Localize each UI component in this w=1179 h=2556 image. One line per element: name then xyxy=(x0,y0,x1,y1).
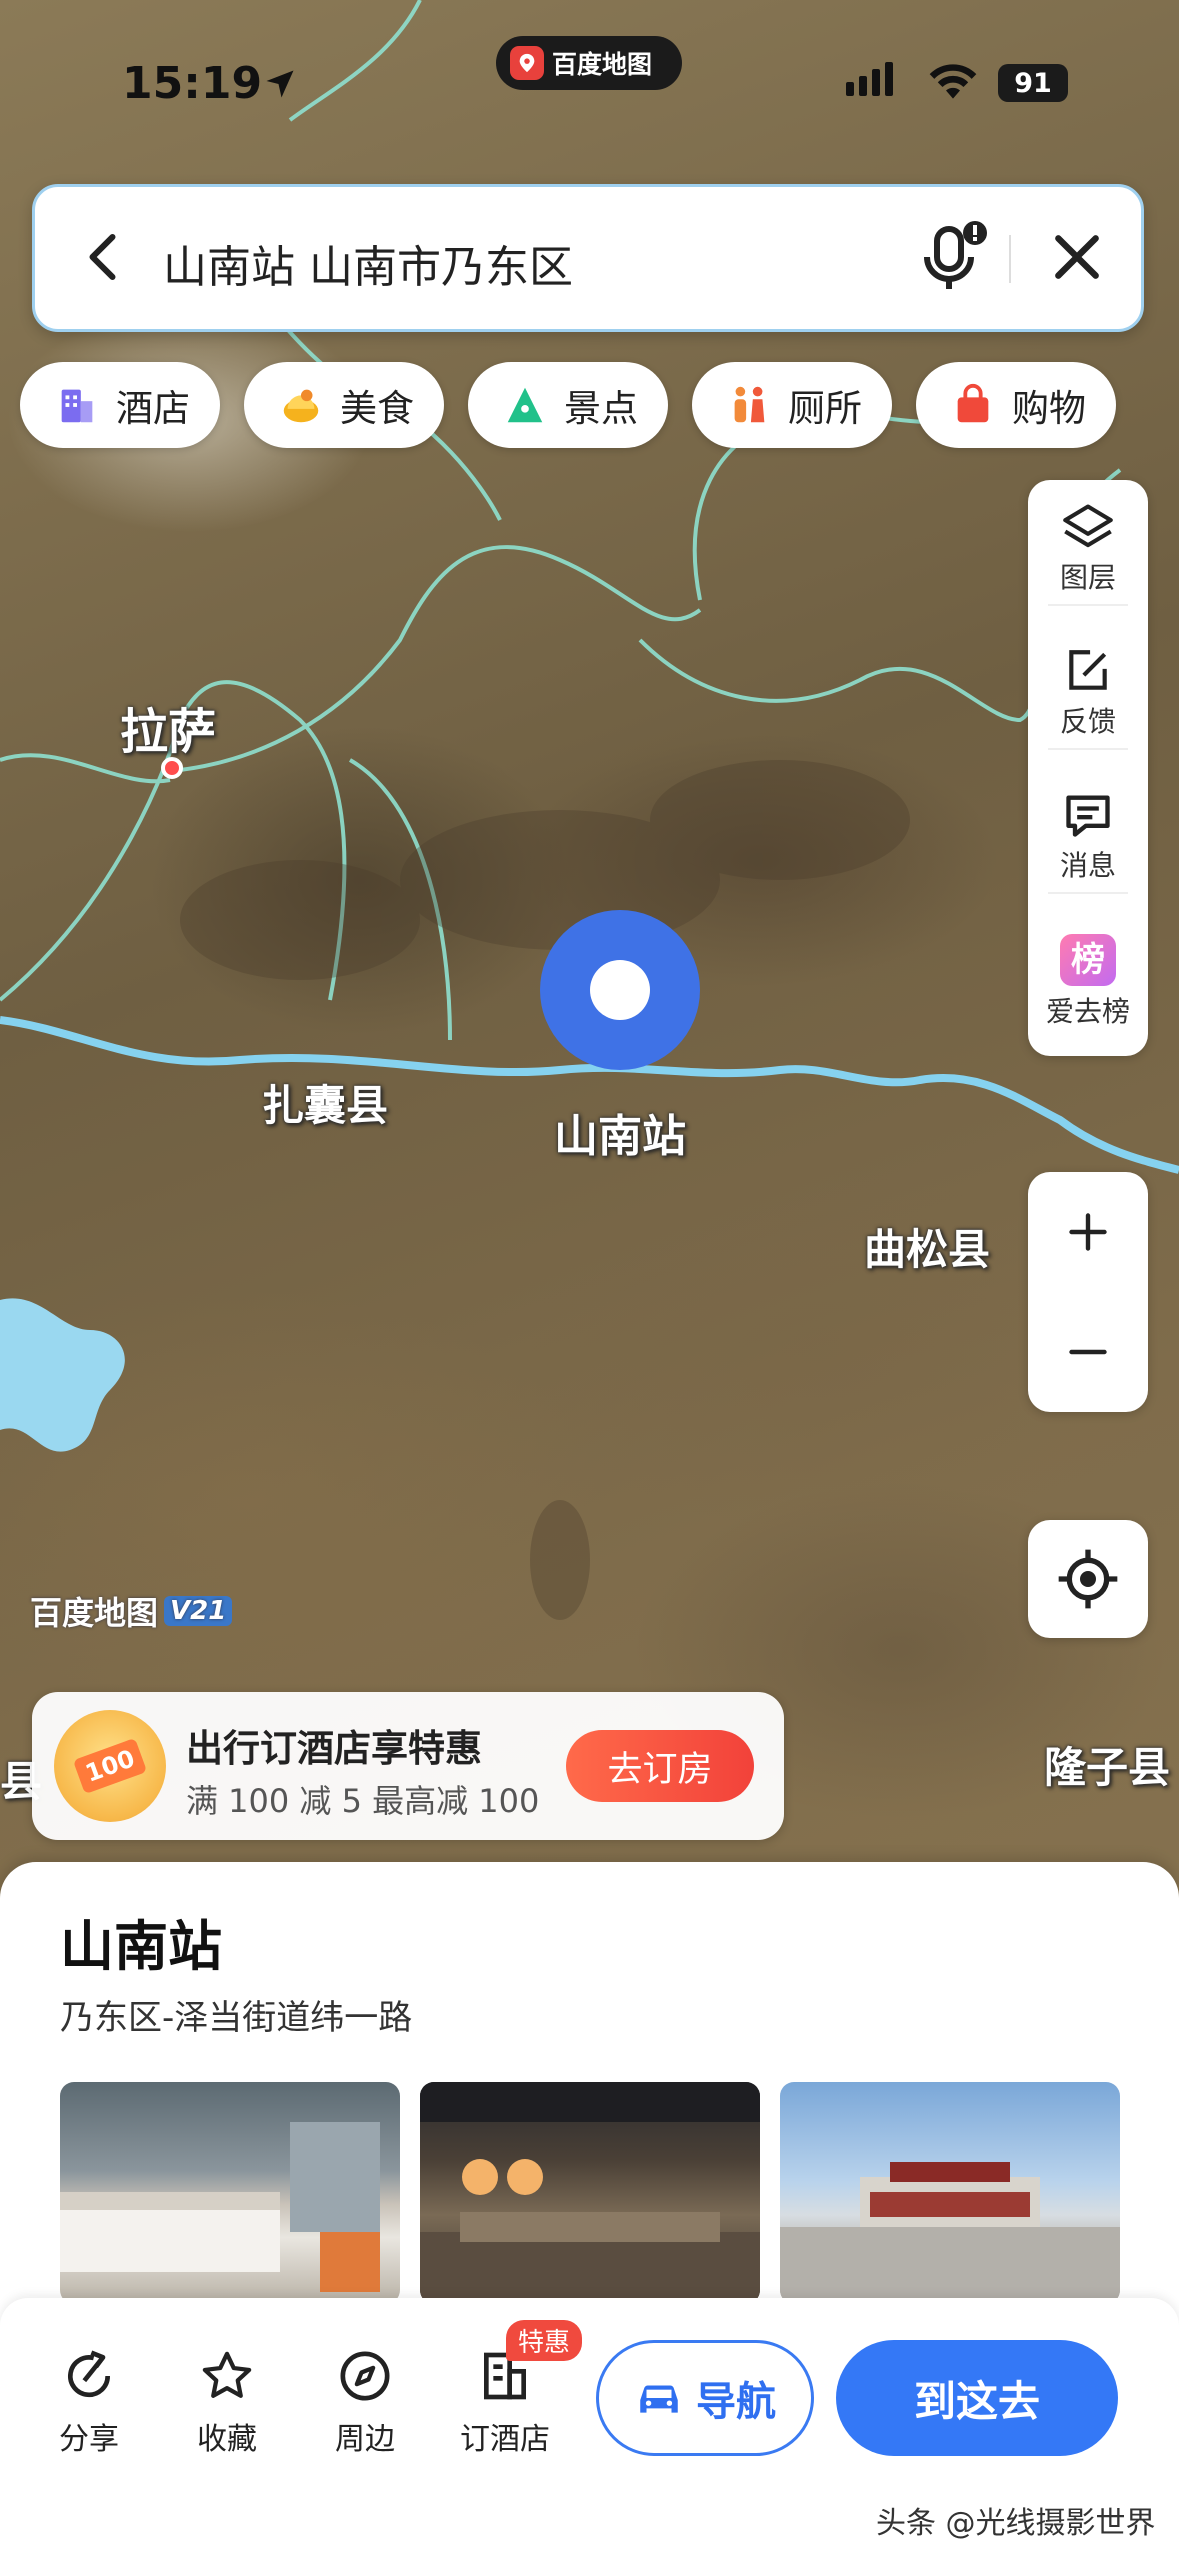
chip-label: 厕所 xyxy=(788,387,862,430)
map-tools-panel: 图层 反馈 消息 榜 爱去榜 xyxy=(1028,480,1148,1056)
zoom-in-button[interactable] xyxy=(1028,1172,1148,1292)
status-time: 15:19 xyxy=(122,58,263,109)
app-name: 百度地图 xyxy=(552,50,653,79)
place-name: 山南站 xyxy=(60,1915,222,1978)
restaurant-image xyxy=(420,2082,760,2304)
search-divider xyxy=(1009,235,1011,283)
locate-icon xyxy=(1058,1549,1118,1609)
hotel-icon xyxy=(61,389,93,423)
place-photos xyxy=(60,2082,1120,2304)
scenic-icon xyxy=(507,387,543,423)
share-button[interactable]: 分享 xyxy=(34,2348,144,2458)
chip-shopping[interactable]: 购物 xyxy=(916,362,1116,448)
coupon-value: 100 xyxy=(72,1737,148,1795)
feedback-label: 反馈 xyxy=(1059,705,1116,738)
layers-icon xyxy=(1063,504,1113,548)
photo-station[interactable] xyxy=(780,2082,1120,2304)
app-indicator[interactable]: 百度地图 xyxy=(496,36,682,90)
chip-label: 景点 xyxy=(564,387,638,430)
book-hotel-button[interactable]: 订酒店 xyxy=(450,2348,560,2458)
category-chips: 酒店 美食 景点 厕所 购物 xyxy=(20,362,1116,448)
map-label-zhanang[interactable]: 扎囊县 xyxy=(262,1072,388,1133)
place-address: 乃东区-泽当街道纬一路 xyxy=(60,1998,413,2038)
favorite-button[interactable]: 收藏 xyxy=(172,2348,282,2458)
source-credit: 头条 @光线摄影世界 xyxy=(876,2506,1156,2541)
car-icon xyxy=(640,2385,678,2413)
go-here-label: 到这去 xyxy=(913,2376,1040,2426)
photo-hotel-room[interactable] xyxy=(60,2082,400,2304)
hotel-promo-banner[interactable]: 100 出行订酒店享特惠 满 100 减 5 最高减 100 去订房 xyxy=(32,1692,784,1840)
map-label-qusong[interactable]: 曲松县 xyxy=(864,1216,990,1277)
lake xyxy=(0,1298,125,1452)
road xyxy=(179,545,702,772)
minus-icon xyxy=(1069,1349,1107,1355)
chip-toilet[interactable]: 厕所 xyxy=(692,362,892,448)
cell-signal-icon xyxy=(846,62,893,96)
promo-subtitle: 满 100 减 5 最高减 100 xyxy=(186,1782,540,1820)
share-label: 分享 xyxy=(59,2422,119,2457)
food-icon xyxy=(283,389,319,423)
close-icon[interactable] xyxy=(1045,225,1109,289)
feedback-icon xyxy=(1069,650,1107,690)
deal-badge: 特惠 xyxy=(506,2320,583,2361)
hotel-room-image xyxy=(60,2122,380,2292)
go-here-button[interactable]: 到这去 xyxy=(836,2340,1118,2456)
wifi-icon xyxy=(929,64,977,99)
zoom-out-button[interactable] xyxy=(1028,1292,1148,1412)
road xyxy=(288,0,422,122)
chip-scenic[interactable]: 景点 xyxy=(468,362,668,448)
star-icon xyxy=(202,2351,252,2398)
nearby-label: 周边 xyxy=(335,2422,395,2457)
ranking-button[interactable]: 榜 爱去榜 xyxy=(1028,934,1148,1030)
chip-label: 酒店 xyxy=(116,387,190,430)
map-version: V21 xyxy=(164,1596,233,1626)
back-arrow-icon[interactable] xyxy=(75,227,135,287)
photo-restaurant[interactable] xyxy=(420,2082,760,2304)
chip-label: 美食 xyxy=(340,387,414,430)
plus-icon xyxy=(1069,1213,1107,1251)
ranking-label: 爱去榜 xyxy=(1045,995,1130,1028)
location-arrow-icon xyxy=(266,70,294,98)
share-icon xyxy=(68,2350,111,2398)
ranking-icon: 榜 xyxy=(1060,934,1116,986)
zoom-controls xyxy=(1028,1172,1148,1412)
promo-title: 出行订酒店享特惠 xyxy=(186,1727,482,1770)
search-bar[interactable]: 山南站 山南市乃东区 xyxy=(32,184,1144,332)
map-label-lhasa[interactable]: 拉萨 xyxy=(120,692,216,762)
map-watermark-brand: 百度地图 xyxy=(30,1594,159,1632)
map-watermark: 百度地图 V21 xyxy=(30,1588,233,1634)
battery-indicator: 91 xyxy=(998,64,1068,102)
shopping-icon xyxy=(957,383,989,423)
navigate-label: 导航 xyxy=(696,2379,776,2425)
compass-icon xyxy=(340,2351,390,2401)
map-label-pin[interactable]: 山南站 xyxy=(554,1100,686,1164)
map-label-longzi[interactable]: 隆子县 xyxy=(1044,1734,1170,1795)
feedback-button[interactable]: 反馈 xyxy=(1028,646,1148,750)
nearby-button[interactable]: 周边 xyxy=(310,2348,420,2458)
navigate-button[interactable]: 导航 xyxy=(596,2340,814,2456)
coupon-icon: 100 xyxy=(54,1710,166,1822)
layers-label: 图层 xyxy=(1059,561,1116,594)
locate-me-button[interactable] xyxy=(1028,1520,1148,1638)
messages-label: 消息 xyxy=(1059,849,1116,882)
book-hotel-label: 订酒店 xyxy=(460,2422,550,2457)
chip-hotel[interactable]: 酒店 xyxy=(20,362,220,448)
messages-button[interactable]: 消息 xyxy=(1028,790,1148,894)
toilet-icon xyxy=(734,386,765,423)
book-room-button[interactable]: 去订房 xyxy=(566,1730,754,1802)
message-icon xyxy=(1066,795,1110,837)
layers-button[interactable]: 图层 xyxy=(1028,502,1148,606)
station-image xyxy=(780,2162,1120,2304)
chip-food[interactable]: 美食 xyxy=(244,362,444,448)
chip-label: 购物 xyxy=(1012,387,1086,430)
baidu-map-logo-icon xyxy=(510,46,544,80)
search-query[interactable]: 山南站 山南市乃东区 xyxy=(163,231,573,295)
favorite-label: 收藏 xyxy=(197,2422,257,2457)
voice-input-icon[interactable] xyxy=(913,217,993,297)
location-pin[interactable] xyxy=(540,910,700,1070)
